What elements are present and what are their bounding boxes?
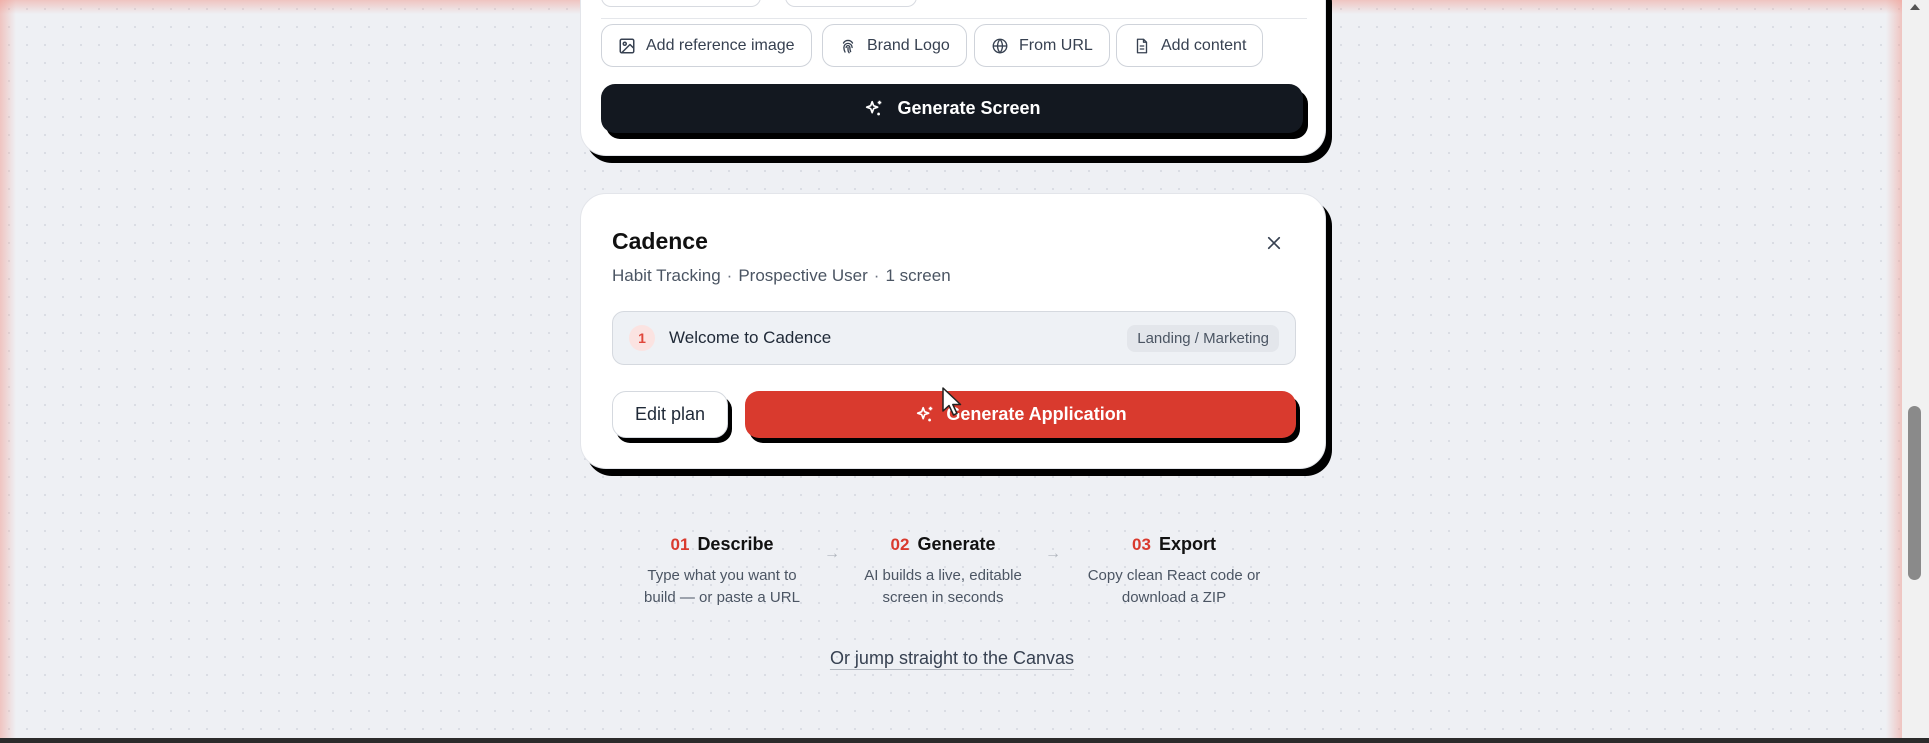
page-scrollbar[interactable] <box>1902 0 1929 738</box>
screen-type-badge: Landing / Marketing <box>1127 324 1279 352</box>
step-number: 03 <box>1132 535 1151 554</box>
step-description: Type what you want to build — or paste a… <box>622 565 822 609</box>
left-glow <box>0 0 16 738</box>
prompt-composer-card: Add reference image Brand Logo From URL … <box>580 0 1326 156</box>
globe-icon <box>992 38 1008 54</box>
plan-meta: Habit Tracking · Prospective User · 1 sc… <box>612 266 951 286</box>
right-glow <box>1886 0 1902 738</box>
option-pill-stub[interactable] <box>601 0 761 7</box>
scrollbar-thumb[interactable] <box>1908 406 1921 580</box>
sparkles-icon <box>917 406 933 421</box>
chip-label: From URL <box>1019 36 1093 54</box>
step-describe: 01 Describe Type what you want to build … <box>622 534 822 609</box>
step-arrow: → <box>1045 545 1061 562</box>
meta-separator: · <box>726 266 733 285</box>
plan-screen-count: 1 screen <box>885 266 951 285</box>
mouse-cursor-icon <box>942 387 962 416</box>
step-description-line: screen in seconds <box>882 589 1004 606</box>
composer-divider <box>601 18 1307 19</box>
add-reference-image-button[interactable]: Add reference image <box>601 24 812 67</box>
step-export: 03 Export Copy clean React code or downl… <box>1074 534 1274 609</box>
step-generate: 02 Generate AI builds a live, editable s… <box>843 534 1043 609</box>
step-description-line: download a ZIP <box>1121 589 1227 606</box>
scroll-up-arrow-icon[interactable] <box>1910 4 1920 10</box>
close-icon <box>1267 236 1281 250</box>
generate-screen-label: Generate Screen <box>897 98 1041 118</box>
screen-name: Welcome to Cadence <box>669 328 832 347</box>
generate-screen-button[interactable]: Generate Screen <box>601 84 1303 133</box>
step-number: 01 <box>670 535 690 554</box>
generate-application-label: Generate Application <box>946 404 1127 424</box>
step-title: Generate <box>917 534 996 554</box>
from-url-button[interactable]: From URL <box>974 24 1110 67</box>
step-description-line: build — or paste a URL <box>644 589 800 606</box>
image-icon <box>619 38 635 53</box>
brand-logo-button[interactable]: Brand Logo <box>822 24 967 67</box>
screen-number-badge: 1 <box>629 325 655 351</box>
chip-label: Add content <box>1161 36 1247 54</box>
step-title: Export <box>1158 534 1216 554</box>
meta-separator: · <box>873 266 880 285</box>
chip-label: Add reference image <box>646 36 795 54</box>
document-icon <box>1136 38 1148 53</box>
taskbar-edge <box>0 738 1929 743</box>
close-plan-button[interactable] <box>1261 230 1287 256</box>
app-plan-card: Cadence Habit Tracking · Prospective Use… <box>580 193 1326 469</box>
step-description-line: Copy clean React code or <box>1087 567 1261 584</box>
step-number: 02 <box>890 535 910 554</box>
generate-application-button[interactable]: Generate Application <box>745 391 1296 438</box>
plan-title: Cadence <box>612 228 708 254</box>
plan-category: Habit Tracking <box>612 266 721 285</box>
step-title: Describe <box>697 534 774 554</box>
plan-audience: Prospective User <box>738 266 868 285</box>
jump-to-canvas-link[interactable]: Or jump straight to the Canvas <box>830 648 1074 668</box>
edit-plan-button[interactable]: Edit plan <box>612 391 728 438</box>
step-arrow: → <box>824 545 840 562</box>
fingerprint-icon <box>842 39 854 53</box>
step-description: Copy clean React code or download a ZIP <box>1074 565 1274 609</box>
step-description: AI builds a live, editable screen in sec… <box>843 565 1043 609</box>
step-description-line: Type what you want to <box>647 567 797 584</box>
plan-screen-item[interactable]: 1 Welcome to Cadence Landing / Marketing <box>612 311 1296 365</box>
chip-label: Brand Logo <box>867 36 950 54</box>
sparkles-icon <box>866 100 882 115</box>
canvas-link-row: Or jump straight to the Canvas <box>0 648 1904 669</box>
step-description-line: AI builds a live, editable <box>864 567 1022 584</box>
option-pill-stub[interactable] <box>785 0 917 7</box>
add-content-button[interactable]: Add content <box>1116 24 1264 67</box>
